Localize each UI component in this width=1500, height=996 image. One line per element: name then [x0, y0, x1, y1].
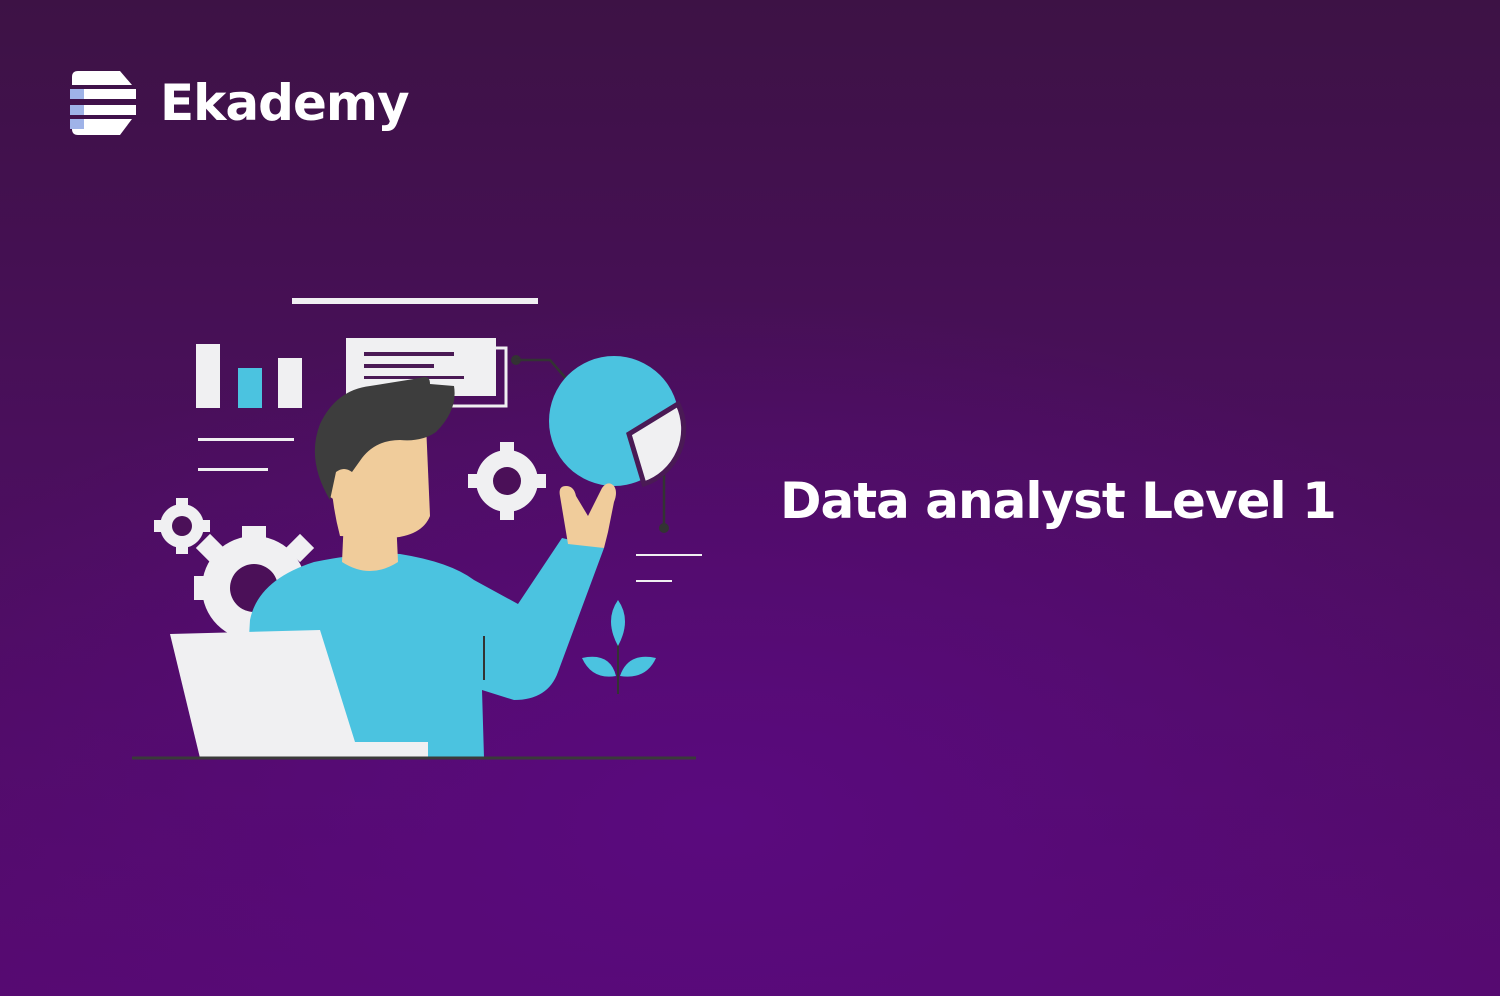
plant-icon — [582, 600, 656, 694]
course-title: Data analyst Level 1 — [780, 472, 1337, 530]
ekademy-logo-icon — [70, 71, 136, 135]
brand-name: Ekademy — [160, 74, 410, 132]
pie-chart-icon — [549, 356, 687, 488]
bar-chart-icon — [196, 344, 302, 408]
gear-icon — [468, 442, 546, 520]
data-analyst-illustration — [132, 298, 702, 760]
brand-logo[interactable]: Ekademy — [70, 70, 410, 136]
course-banner: Ekademy Data analyst Level 1 — [0, 0, 1500, 996]
